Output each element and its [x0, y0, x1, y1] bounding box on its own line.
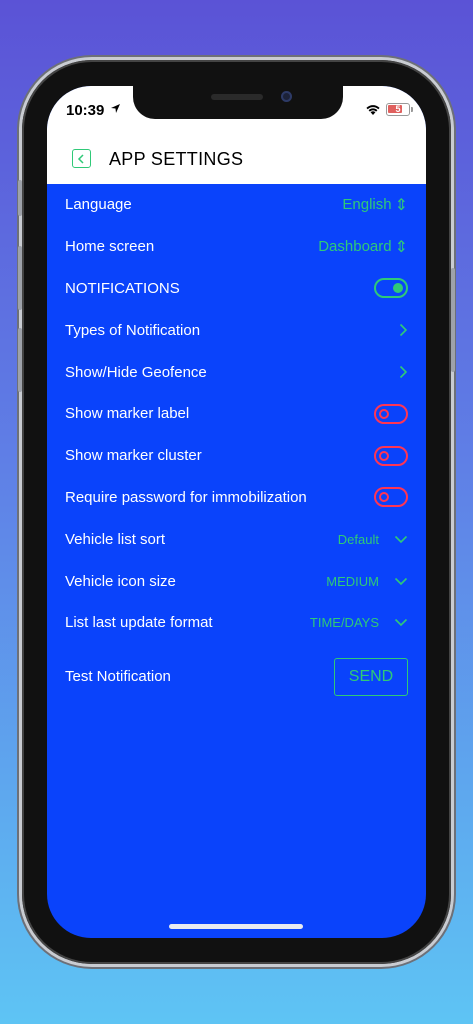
power-button — [451, 268, 455, 372]
notifications-toggle[interactable] — [374, 278, 408, 299]
top-bar: 10:39 5 APP SETTINGS — [47, 86, 426, 184]
front-camera — [281, 91, 292, 102]
setting-list-last-update-format[interactable]: List last update format TIME/DAYS — [47, 602, 426, 644]
page-title: APP SETTINGS — [109, 149, 244, 169]
battery-icon: 5 — [386, 103, 410, 116]
marker-cluster-toggle[interactable] — [374, 445, 408, 466]
battery-level: 5 — [395, 104, 401, 114]
setting-label: Show marker cluster — [65, 447, 202, 465]
setting-show-hide-geofence[interactable]: Show/Hide Geofence — [47, 351, 426, 393]
settings-list: Language English ⇕ Home screen Dashboard… — [47, 184, 426, 706]
setting-label: NOTIFICATIONS — [65, 279, 180, 297]
vehicle-list-sort-select[interactable]: Default — [338, 532, 408, 547]
last-update-format-select[interactable]: TIME/DAYS — [310, 615, 408, 630]
setting-label: Show marker label — [65, 405, 190, 423]
chevron-left-icon — [77, 153, 84, 164]
chevron-right-icon — [399, 324, 408, 337]
marker-label-toggle[interactable] — [374, 403, 408, 424]
setting-show-marker-label[interactable]: Show marker label — [47, 393, 426, 435]
setting-label: Types of Notification — [65, 321, 201, 339]
setting-types-of-notification[interactable]: Types of Notification — [47, 309, 426, 351]
setting-label: List last update format — [65, 614, 213, 632]
up-down-chevron-icon: ⇕ — [394, 196, 408, 214]
volume-down-button — [18, 328, 22, 392]
device-notch — [133, 86, 343, 119]
setting-show-marker-cluster[interactable]: Show marker cluster — [47, 435, 426, 477]
setting-label: Vehicle icon size — [65, 572, 176, 590]
language-select[interactable]: English ⇕ — [342, 195, 408, 215]
setting-notifications[interactable]: NOTIFICATIONS — [47, 268, 426, 310]
chevron-down-icon — [394, 577, 408, 585]
setting-vehicle-list-sort[interactable]: Vehicle list sort Default — [47, 518, 426, 560]
setting-label: Test Notification — [65, 668, 171, 686]
require-password-toggle[interactable] — [374, 487, 408, 508]
setting-label: Show/Hide Geofence — [65, 363, 207, 381]
chevron-down-icon — [394, 619, 408, 627]
chevron-down-icon — [394, 535, 408, 543]
setting-test-notification: Test Notification SEND — [47, 648, 426, 706]
app-screen: 10:39 5 APP SETTINGS Language English ⇕ … — [47, 86, 426, 938]
home-screen-select[interactable]: Dashboard ⇕ — [318, 237, 408, 257]
setting-label: Require password for immobilization — [65, 488, 307, 506]
setting-require-password[interactable]: Require password for immobilization — [47, 477, 426, 519]
up-down-chevron-icon: ⇕ — [394, 238, 408, 256]
setting-label: Home screen — [65, 238, 155, 256]
silent-switch — [18, 180, 22, 216]
back-button[interactable] — [72, 149, 91, 168]
location-arrow-icon — [111, 104, 120, 113]
setting-label: Language — [65, 196, 132, 214]
setting-vehicle-icon-size[interactable]: Vehicle icon size MEDIUM — [47, 560, 426, 602]
setting-language[interactable]: Language English ⇕ — [47, 184, 426, 226]
wifi-icon — [366, 105, 380, 115]
volume-up-button — [18, 246, 22, 310]
setting-home-screen[interactable]: Home screen Dashboard ⇕ — [47, 226, 426, 268]
send-test-notification-button[interactable]: SEND — [334, 657, 408, 696]
setting-label: Vehicle list sort — [65, 530, 166, 548]
vehicle-icon-size-select[interactable]: MEDIUM — [326, 574, 408, 589]
speaker-grille — [211, 94, 263, 100]
chevron-right-icon — [399, 366, 408, 379]
status-time: 10:39 — [66, 102, 105, 119]
home-indicator[interactable] — [169, 924, 303, 929]
header: APP SETTINGS — [47, 138, 426, 184]
